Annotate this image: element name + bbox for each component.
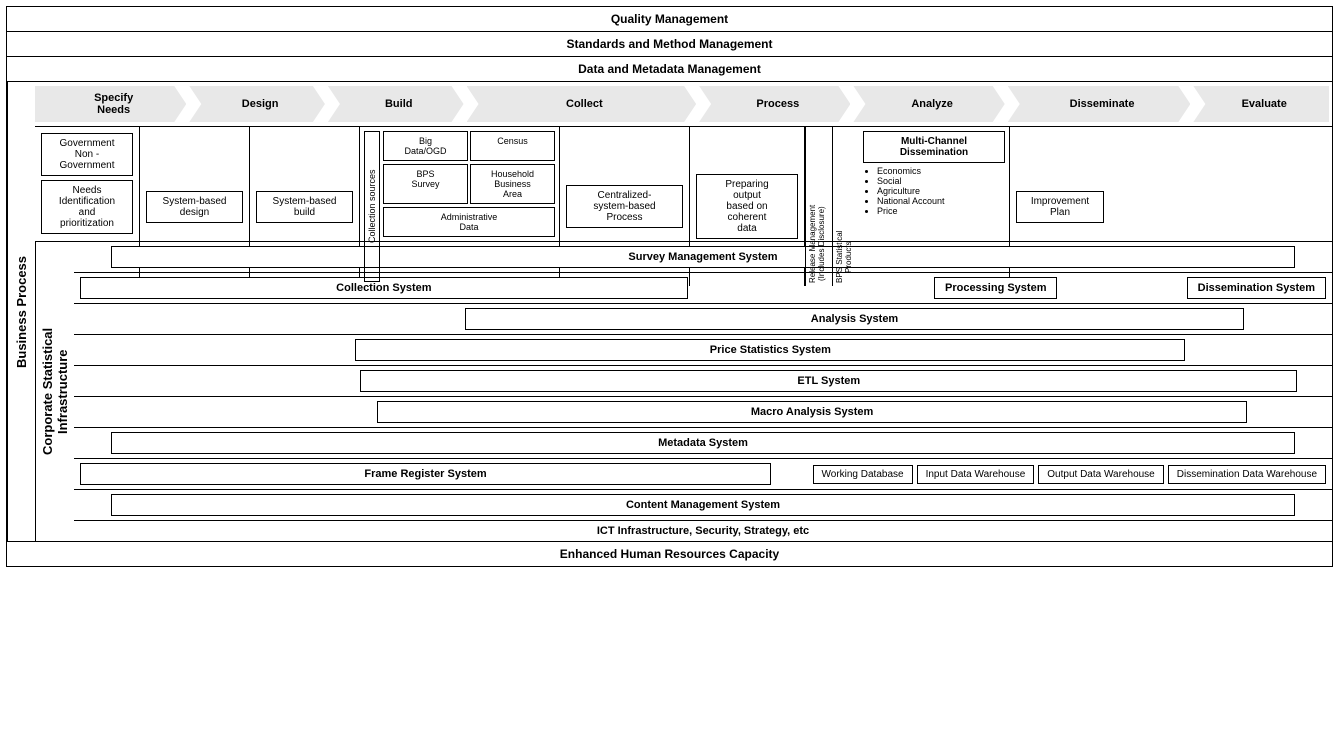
bullet-economics: Economics (877, 166, 1005, 176)
needs-id-box: NeedsIdentificationandprioritization (41, 180, 133, 234)
business-process-label: Business Process (7, 82, 35, 541)
evaluate-box: ImprovementPlan (1016, 191, 1104, 223)
household-box: HouseholdBusinessArea (470, 164, 555, 204)
analysis-system-box: Analysis System (465, 308, 1245, 330)
standards-bar: Standards and Method Management (7, 32, 1332, 57)
arrow-specify: SpecifyNeeds (35, 86, 186, 122)
arrow-evaluate: Evaluate (1193, 86, 1329, 122)
bp-section: SpecifyNeeds Design Build Collect Proces… (35, 82, 1332, 242)
content-mgmt-box: Content Management System (111, 494, 1295, 516)
output-dw-box: Output Data Warehouse (1038, 465, 1163, 484)
big-data-box: BigData/OGD (383, 131, 468, 161)
bullet-social: Social (877, 176, 1005, 186)
data-metadata-label: Data and Metadata Management (578, 62, 761, 76)
processing-system-box: Processing System (934, 277, 1058, 299)
arrow-analyze: Analyze (853, 86, 1004, 122)
ict-label: ICT Infrastructure, Security, Strategy, … (597, 525, 809, 537)
csi-label: Corporate StatisticalInfrastructure (35, 242, 74, 541)
macro-analysis-box: Macro Analysis System (377, 401, 1247, 423)
design-box: System-baseddesign (146, 191, 243, 223)
row-collection-processing: Collection System Processing System Diss… (74, 273, 1332, 304)
row-price-stats: Price Statistics System (74, 335, 1332, 366)
dissemination-dw-box: Dissemination Data Warehouse (1168, 465, 1326, 484)
row-metadata: Metadata System (74, 428, 1332, 459)
collection-system-box: Collection System (80, 277, 688, 299)
release-mgmt-label: Release Management(Includes Disclosure) (805, 127, 828, 286)
standards-label: Standards and Method Management (566, 37, 772, 51)
bullet-price: Price (877, 206, 1005, 216)
row-etl: ETL System (74, 366, 1332, 397)
outer-wrapper: Quality Management Standards and Method … (6, 6, 1333, 567)
bullet-national: National Account (877, 196, 1005, 206)
bp-arrows-row: SpecifyNeeds Design Build Collect Proces… (35, 82, 1332, 127)
disseminate-bullets: Economics Social Agriculture National Ac… (863, 166, 1005, 216)
input-dw-box: Input Data Warehouse (917, 465, 1035, 484)
quality-management-bar: Quality Management (7, 7, 1332, 32)
enhanced-hr-label: Enhanced Human Resources Capacity (560, 547, 779, 561)
quality-label: Quality Management (611, 12, 728, 26)
data-metadata-bar: Data and Metadata Management (7, 57, 1332, 82)
survey-mgmt-box: Survey Management System (111, 246, 1295, 268)
row-frame-register: Frame Register System Working Database I… (74, 459, 1332, 490)
row-analysis: Analysis System (74, 304, 1332, 335)
right-content: SpecifyNeeds Design Build Collect Proces… (35, 82, 1332, 541)
working-db-box: Working Database (813, 465, 913, 484)
frame-register-box: Frame Register System (80, 463, 771, 485)
gov-nongov-box: GovernmentNon -Government (41, 133, 133, 176)
row-content-mgmt: Content Management System (74, 490, 1332, 521)
row-macro: Macro Analysis System (74, 397, 1332, 428)
arrow-collect: Collect (467, 86, 697, 122)
row-survey-mgmt: Survey Management System (74, 242, 1332, 273)
bullet-agriculture: Agriculture (877, 186, 1005, 196)
census-box: Census (470, 131, 555, 161)
arrow-process: Process (699, 86, 850, 122)
dissemination-system-box: Dissemination System (1187, 277, 1326, 299)
arrow-disseminate: Disseminate (1008, 86, 1191, 122)
csi-content: Survey Management System Collection Syst… (74, 242, 1332, 541)
price-stats-box: Price Statistics System (355, 339, 1185, 361)
arrow-design: Design (189, 86, 325, 122)
row-ict: ICT Infrastructure, Security, Strategy, … (74, 521, 1332, 541)
admin-data-box: AdministrativeData (383, 207, 555, 237)
metadata-system-box: Metadata System (111, 432, 1295, 454)
analyze-box: Preparingoutputbased oncoherentdata (696, 174, 798, 239)
multi-channel-box: Multi-ChannelDissemination (863, 131, 1005, 163)
collect-top: BigData/OGD Census (383, 131, 555, 161)
bps-survey-box: BPSSurvey (383, 164, 468, 204)
build-box: System-basedbuild (256, 191, 353, 223)
csi-section: Corporate StatisticalInfrastructure Surv… (35, 242, 1332, 541)
footer-hr: Enhanced Human Resources Capacity (7, 541, 1332, 566)
bps-products-label: BPS StatisticalProducts (832, 127, 855, 286)
main-content: Business Process SpecifyNeeds Design Bui… (7, 82, 1332, 541)
collect-mid: BPSSurvey HouseholdBusinessArea (383, 164, 555, 204)
collection-sources-label: Collection sources (364, 131, 380, 282)
etl-system-box: ETL System (360, 370, 1297, 392)
arrow-build: Build (328, 86, 464, 122)
process-box: Centralized-system-basedProcess (566, 185, 683, 228)
